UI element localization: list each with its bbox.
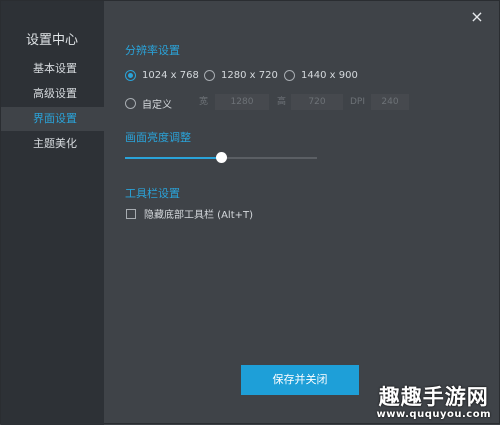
checkbox-label: 隐藏底部工具栏 (Alt+T) — [144, 210, 254, 221]
radio-label: 1440 x 900 — [301, 70, 358, 81]
slider-fill — [125, 157, 221, 159]
sidebar: 设置中心 基本设置 高级设置 界面设置 主题美化 — [1, 1, 104, 425]
checkbox-icon[interactable] — [126, 208, 136, 219]
watermark-title: 趣趣手游网 — [378, 385, 489, 409]
brightness-section-title: 画面亮度调整 — [125, 131, 191, 144]
sidebar-item-interface[interactable]: 界面设置 — [1, 107, 104, 131]
height-input[interactable]: 720 — [291, 94, 343, 110]
radio-custom[interactable]: 自定义 — [125, 96, 172, 111]
dpi-label: DPI — [350, 97, 366, 107]
width-input[interactable]: 1280 — [215, 94, 269, 110]
custom-resolution-row: 自定义 宽 1280 高 720 DPI 240 — [125, 94, 425, 112]
radio-icon — [284, 70, 295, 81]
sidebar-item-basic[interactable]: 基本设置 — [1, 57, 104, 81]
radio-icon — [125, 98, 136, 109]
watermark-url: www.ququyou.com — [376, 409, 491, 420]
radio-label: 自定义 — [142, 100, 172, 111]
radio-1280x720[interactable]: 1280 x 720 — [204, 70, 278, 81]
brightness-slider[interactable] — [125, 152, 317, 163]
hide-bottom-toolbar-option[interactable]: 隐藏底部工具栏 (Alt+T) — [126, 206, 253, 221]
resolution-section-title: 分辨率设置 — [125, 44, 180, 57]
radio-1440x900[interactable]: 1440 x 900 — [284, 70, 358, 81]
watermark: 趣趣手游网 www.ququyou.com — [377, 385, 491, 421]
sidebar-item-advanced[interactable]: 高级设置 — [1, 82, 104, 106]
radio-label: 1280 x 720 — [221, 70, 278, 81]
width-label: 宽 — [199, 97, 209, 107]
close-icon[interactable]: × — [467, 7, 487, 27]
radio-label: 1024 x 768 — [142, 70, 199, 81]
radio-1024x768[interactable]: 1024 x 768 — [125, 70, 199, 81]
toolbar-section-title: 工具栏设置 — [125, 187, 180, 200]
sidebar-title: 设置中心 — [26, 33, 79, 48]
dpi-input[interactable]: 240 — [371, 94, 409, 110]
sidebar-item-theme[interactable]: 主题美化 — [1, 132, 104, 156]
slider-thumb[interactable] — [216, 152, 227, 163]
resolution-options: 1024 x 768 1280 x 720 1440 x 900 — [125, 70, 385, 86]
save-and-close-button[interactable]: 保存并关闭 — [241, 365, 359, 395]
settings-window: 设置中心 基本设置 高级设置 界面设置 主题美化 × 分辨率设置 1024 x … — [0, 0, 500, 425]
radio-selected-icon — [125, 70, 136, 81]
radio-icon — [204, 70, 215, 81]
height-label: 高 — [277, 97, 287, 107]
